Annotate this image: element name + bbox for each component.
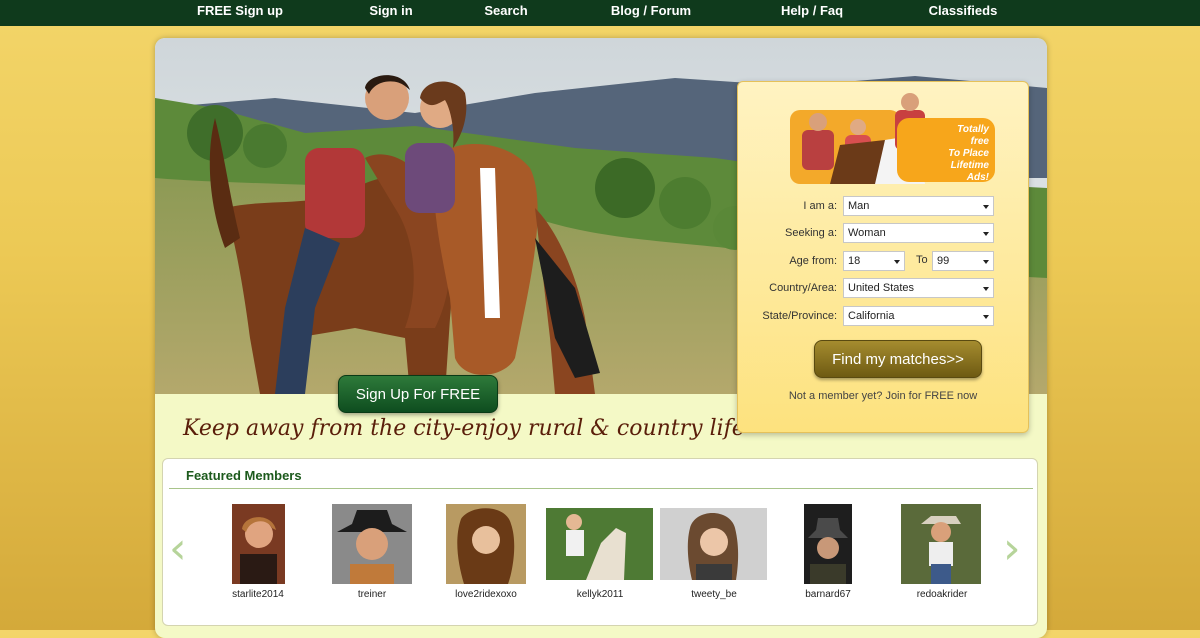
member-name[interactable]: barnard67	[805, 589, 851, 600]
top-nav: FREE Sign up Sign in Search Blog / Forum…	[0, 0, 1200, 26]
select-seeking[interactable]: Woman	[843, 223, 994, 243]
member-photo-treiner[interactable]	[332, 504, 412, 584]
chevron-down-icon	[894, 260, 900, 264]
member-photo-starlite2014[interactable]	[232, 504, 285, 584]
label-seeking: Seeking a:	[785, 227, 837, 239]
member-name[interactable]: love2ridexoxo	[455, 589, 517, 600]
member-name[interactable]: tweety_be	[691, 589, 737, 600]
label-country: Country/Area:	[769, 282, 837, 294]
select-age-to[interactable]: 99	[932, 251, 994, 271]
label-i-am: I am a:	[803, 200, 837, 212]
member-photo-barnard67[interactable]	[804, 504, 852, 584]
member-name[interactable]: treiner	[358, 589, 386, 600]
member-name[interactable]: starlite2014	[232, 589, 284, 600]
nav-sign-in[interactable]: Sign in	[369, 0, 412, 26]
find-matches-button[interactable]: Find my matches>>	[814, 340, 982, 378]
row-country: Country/Area: United States	[738, 278, 1028, 300]
featured-title: Featured Members	[186, 468, 302, 483]
member-photo-tweety_be[interactable]	[660, 508, 767, 580]
select-state[interactable]: California	[843, 306, 994, 326]
member-name[interactable]: kellyk2011	[577, 589, 624, 600]
label-age-from: Age from:	[789, 255, 837, 267]
row-state: State/Province: California	[738, 306, 1028, 328]
nav-search[interactable]: Search	[484, 0, 527, 26]
main-panel: Sign Up For FREE Keep away from the city…	[155, 38, 1047, 638]
chevron-down-icon	[983, 287, 989, 291]
signup-free-button[interactable]: Sign Up For FREE	[338, 375, 498, 413]
member-photo-kellyk2011[interactable]	[546, 508, 653, 580]
member-photo-love2ridexoxo[interactable]	[446, 504, 526, 584]
divider	[169, 488, 1033, 489]
featured-members: Featured Members ‹ › starlite2014 treine…	[162, 458, 1038, 626]
nav-classifieds[interactable]: Classifieds	[929, 0, 998, 26]
member-name[interactable]: redoakrider	[917, 589, 968, 600]
tagline: Keep away from the city-enjoy rural & co…	[183, 416, 745, 441]
nav-blog-forum[interactable]: Blog / Forum	[611, 0, 691, 26]
row-age: Age from: 18 To 99	[738, 251, 1028, 273]
chevron-down-icon	[983, 205, 989, 209]
join-free-link[interactable]: Not a member yet? Join for FREE now	[738, 390, 1028, 402]
chevron-left-icon[interactable]: ‹	[169, 527, 187, 571]
search-form: Totally free To Place Lifetime Ads! I am…	[737, 81, 1029, 433]
select-country[interactable]: United States	[843, 278, 994, 298]
chevron-right-icon[interactable]: ›	[1003, 527, 1021, 571]
nav-help-faq[interactable]: Help / Faq	[781, 0, 843, 26]
chevron-down-icon	[983, 232, 989, 236]
promo-image: Totally free To Place Lifetime Ads!	[790, 90, 995, 184]
select-i-am[interactable]: Man	[843, 196, 994, 216]
row-i-am: I am a: Man	[738, 196, 1028, 218]
promo-badge: Totally free To Place Lifetime Ads!	[897, 118, 995, 183]
member-photo-redoakrider[interactable]	[901, 504, 981, 584]
nav-free-signup[interactable]: FREE Sign up	[197, 0, 283, 26]
select-age-from[interactable]: 18	[843, 251, 905, 271]
chevron-down-icon	[983, 315, 989, 319]
label-age-to: To	[916, 254, 928, 266]
row-seeking: Seeking a: Woman	[738, 223, 1028, 245]
chevron-down-icon	[983, 260, 989, 264]
label-state: State/Province:	[762, 310, 837, 322]
